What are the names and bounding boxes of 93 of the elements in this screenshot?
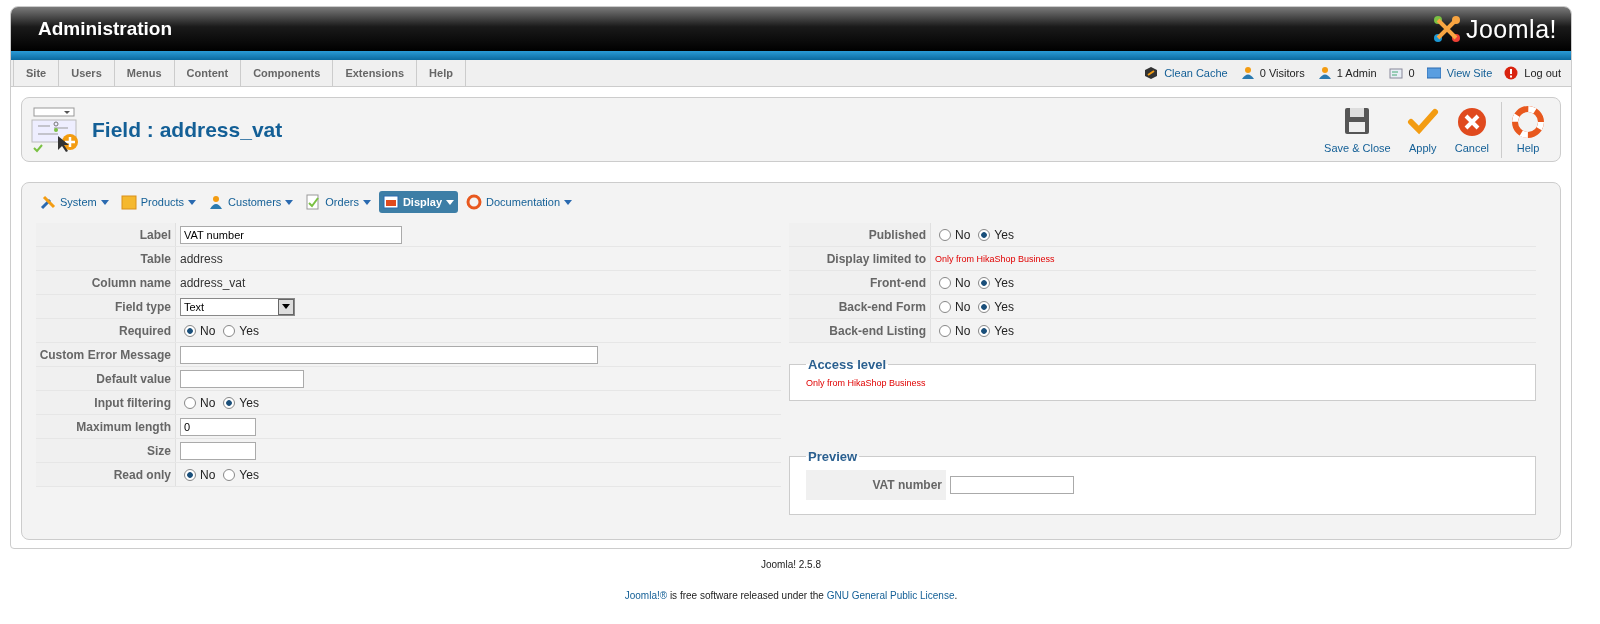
radio-label: Yes [239,467,259,482]
cube-icon [1144,66,1159,80]
users-icon [1239,66,1254,80]
toolbar-button[interactable]: Save & Close [1316,101,1399,158]
status-text: 1 Admin [1336,67,1377,79]
field-value: address [180,251,223,266]
input-field[interactable] [950,476,1074,494]
submenu-button[interactable]: Documentation [462,191,577,213]
radio-label: No [200,395,216,410]
submenu-button[interactable]: Products [116,191,201,213]
tools-icon [40,194,56,210]
caret-icon [285,199,294,205]
submenu-button[interactable]: Display [378,191,459,213]
radio-button[interactable] [223,324,236,337]
version-text: Joomla! 2.5.8 [759,559,822,570]
document-icon [305,194,322,210]
radio-label: Yes [239,323,259,338]
user-icon [1316,66,1331,80]
radio-label: No [200,467,216,482]
menu-item[interactable]: Users [59,60,115,86]
window-icon [382,194,399,210]
status-link[interactable]: View Site [1446,67,1493,79]
header-title: Administration [38,18,173,40]
fieldset-legend: Access level [806,357,889,372]
radio-label: Yes [994,275,1014,290]
radio-label: No [955,299,971,314]
radio-label: Yes [994,299,1014,314]
menu-item[interactable]: Content [174,60,242,86]
access-note: Only from HikaShop Business [806,378,927,388]
menu-item[interactable]: Menus [114,60,175,86]
submenu-button[interactable]: Customers [204,191,298,213]
lifebuoy-icon [466,194,483,210]
radio-button[interactable] [223,468,236,481]
radio-button[interactable] [939,324,951,337]
toolbar-button[interactable]: Help [1501,101,1552,158]
power-icon [1504,66,1519,80]
input-field[interactable]: VAT number [180,225,402,244]
field-label: VAT number [806,470,946,500]
monitor-icon [1426,66,1441,80]
radio-button[interactable] [939,228,951,241]
radio-label: No [955,227,971,242]
fieldset-legend: Preview [806,449,860,464]
users-icon [208,194,225,210]
radio-button[interactable] [184,324,196,337]
caret-icon [362,199,371,205]
status-link[interactable]: Clean Cache [1164,67,1228,79]
submenu-button[interactable]: Orders [301,191,375,213]
logo-text: Joomla! [1465,14,1557,44]
radio-button[interactable] [939,276,951,289]
input-field[interactable] [180,441,256,460]
radio-label: No [955,323,971,338]
logo-icon [1431,14,1462,44]
caret-icon [446,199,455,205]
page-title: Field : address_vat [92,117,284,142]
folder-icon [120,194,137,210]
input-field[interactable] [180,369,304,388]
radio-label: No [200,323,216,338]
radio-label: Yes [994,323,1014,338]
status-text: Log out [1524,67,1561,79]
message-icon [1388,66,1403,80]
radio-button[interactable] [939,300,951,313]
field-type-dropdown[interactable]: Text [180,297,295,316]
submenu-button[interactable]: System [36,191,113,213]
radio-button[interactable] [978,228,991,241]
menu-item[interactable]: Extensions [333,60,418,86]
caret-icon [188,199,197,205]
radio-button[interactable] [223,396,236,409]
radio-button[interactable] [978,276,991,289]
caret-icon [564,199,573,205]
menu-item[interactable]: Site [13,60,60,86]
menu-item[interactable]: Help [417,60,466,86]
radio-button[interactable] [978,324,991,337]
toolbar-button[interactable]: Apply [1398,101,1447,158]
radio-button[interactable] [184,468,196,481]
menu-item[interactable]: Components [241,60,334,86]
status-text: 0 [1408,67,1415,79]
status-text: 0 Visitors [1259,67,1305,79]
close-icon [1455,105,1488,138]
license-link[interactable]: Joomla!® [624,590,668,601]
restriction-note: Only from HikaShop Business [935,253,1055,264]
radio-button[interactable] [978,300,991,313]
input-field[interactable]: 0 [180,417,256,436]
radio-label: No [955,275,971,290]
form-field-icon [30,105,80,154]
lifebuoy-icon [1512,105,1544,138]
input-field[interactable] [180,345,598,364]
toolbar-button[interactable]: Cancel [1446,101,1497,158]
radio-label: Yes [994,227,1014,242]
field-value: address_vat [180,275,246,290]
radio-label: Yes [239,395,259,410]
radio-button[interactable] [184,396,196,409]
license-notice: Joomla!® is free software released under the GNU General Public License. [623,590,959,601]
caret-icon [100,199,109,205]
